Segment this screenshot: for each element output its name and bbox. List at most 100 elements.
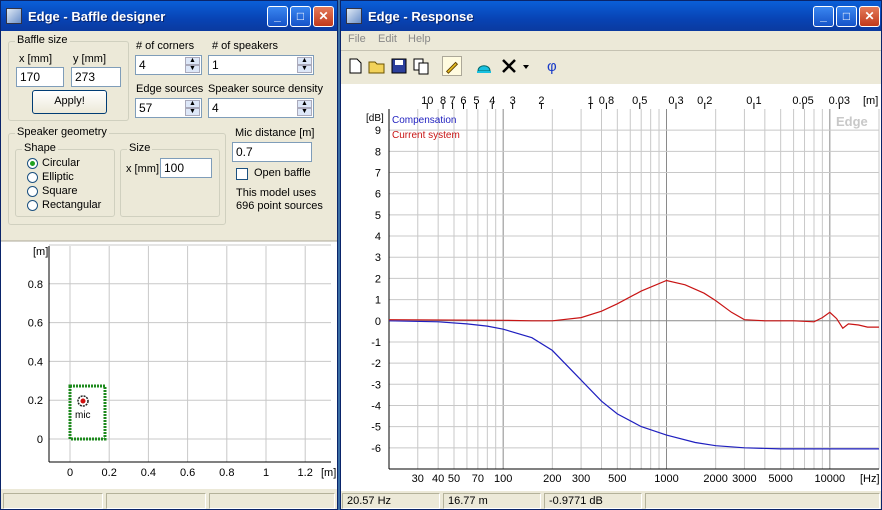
designer-titlebar[interactable]: Edge - Baffle designer _ □ ✕: [1, 1, 337, 31]
shape-option-label[interactable]: Rectangular: [42, 199, 101, 211]
resp-x-tick-label: 3000: [732, 473, 756, 485]
minimize-button[interactable]: _: [267, 6, 288, 27]
new-file-icon[interactable]: [345, 56, 365, 76]
resp-x-tick-label: 40: [432, 473, 444, 485]
resp-top-tick-label: 0.8: [599, 95, 614, 107]
response-title: Edge - Response: [368, 9, 474, 24]
mic-label: mic: [75, 410, 91, 421]
designer-status-1: [3, 493, 103, 509]
speakers-label: # of speakers: [212, 40, 279, 52]
open-baffle-checkbox[interactable]: [236, 168, 248, 180]
edge-sources-arrows[interactable]: ▲ ▼: [185, 100, 200, 116]
resp-x-tick-label: 1000: [654, 473, 678, 485]
baffle-designer-window: Edge - Baffle designer _ □ ✕ Baffle size…: [0, 0, 338, 510]
resp-top-tick-label: 0.3: [668, 95, 683, 107]
shape-radio-square[interactable]: [27, 186, 38, 197]
pencil-icon[interactable]: [442, 56, 462, 76]
resp-y-tick-label: 9: [375, 125, 381, 137]
density-arrows[interactable]: ▲ ▼: [297, 100, 312, 116]
baffle-plot[interactable]: 0.8 0.6 0.4 0.2 0 0 0.2 0.4 0.6 0.8 1 1.2 [m] [m] mic: [1, 234, 337, 489]
model-info-line2: 696 point sources: [236, 200, 323, 212]
resp-x-tick-label: 30: [412, 473, 424, 485]
legend-compensation: Compensation: [392, 115, 456, 126]
edge-sources-spinner[interactable]: 57 ▲ ▼: [135, 98, 202, 118]
speakers-value: 1: [212, 58, 219, 72]
baffle-size-label: Baffle size: [15, 34, 70, 46]
apply-button[interactable]: Apply!: [32, 90, 107, 114]
resp-y-tick-label: 3: [375, 252, 381, 264]
baffle-y-input[interactable]: 273: [71, 67, 121, 87]
resp-x-tick-label: 50: [448, 473, 460, 485]
copy-icon[interactable]: [411, 56, 431, 76]
mic-marker[interactable]: [80, 398, 86, 404]
baffle-y-tick-label: 0: [37, 434, 43, 446]
app-icon: [6, 8, 22, 24]
menu-file[interactable]: File: [348, 33, 366, 45]
speaker-icon[interactable]: [474, 56, 494, 76]
resp-x-tick-label: 2000: [703, 473, 727, 485]
resp-x-tick-label: 300: [572, 473, 590, 485]
resp-y-tick-label: 1: [375, 295, 381, 307]
maximize-button[interactable]: □: [290, 6, 311, 27]
mic-distance-label: Mic distance [m]: [235, 127, 315, 139]
baffle-x-tick-label: 0: [67, 467, 73, 479]
resp-y-tick-label: 4: [375, 231, 381, 243]
mic-distance-input[interactable]: 0.7: [232, 142, 312, 162]
shape-option-label[interactable]: Elliptic: [42, 171, 74, 183]
resp-top-tick-label: 4: [489, 95, 495, 107]
shape-option-label[interactable]: Square: [42, 185, 77, 197]
open-folder-icon[interactable]: [367, 56, 387, 76]
minimize-button[interactable]: _: [813, 6, 834, 27]
phase-icon[interactable]: φ: [542, 56, 562, 76]
save-icon[interactable]: [389, 56, 409, 76]
response-window: Edge - Response _ □ ✕ File Edit Help φ 9…: [340, 0, 882, 510]
corners-value: 4: [139, 58, 146, 72]
status-wavelength: 16.77 m: [443, 493, 541, 509]
baffle-y-tick-label: 0.4: [28, 356, 43, 368]
resp-x-tick-label: 500: [608, 473, 626, 485]
speakers-spinner[interactable]: 1 ▲ ▼: [208, 55, 314, 75]
close-button[interactable]: ✕: [313, 6, 334, 27]
shape-radio-rectangular[interactable]: [27, 200, 38, 211]
shape-radio-elliptic[interactable]: [27, 172, 38, 183]
menu-help[interactable]: Help: [408, 33, 431, 45]
response-chart[interactable]: 9876543210-1-2-3-4-5-6[dB]30 40 50 70 100 200…: [341, 84, 881, 491]
baffle-x-tick-label: 0.6: [180, 467, 195, 479]
speakers-arrows[interactable]: ▲ ▼: [297, 57, 312, 73]
response-statusbar: 20.57 Hz 16.77 m -0.9771 dB: [341, 491, 881, 509]
resp-y-tick-label: -3: [371, 379, 381, 391]
designer-statusbar: [1, 491, 337, 509]
chevron-down-icon[interactable]: [521, 56, 531, 76]
baffle-x-tick-label: 0.4: [141, 467, 156, 479]
delete-icon[interactable]: [499, 56, 519, 76]
size-x-label: x [mm]: [126, 163, 159, 175]
edge-sources-value: 57: [139, 101, 153, 115]
svg-text:φ: φ: [547, 58, 557, 75]
baffle-x-tick-label: 0.8: [219, 467, 234, 479]
resp-x-tick-label: 200: [543, 473, 561, 485]
baffle-x-tick-label: 1: [263, 467, 269, 479]
resp-top-tick-label: 8: [440, 95, 446, 107]
corners-spinner[interactable]: 4 ▲ ▼: [135, 55, 202, 75]
baffle-x-input[interactable]: 170: [16, 67, 64, 87]
density-spinner[interactable]: 4 ▲ ▼: [208, 98, 314, 118]
x-label: x [mm]: [19, 53, 52, 65]
corners-arrows[interactable]: ▲ ▼: [185, 57, 200, 73]
resp-top-tick-label: 3: [510, 95, 516, 107]
baffle-x-tick-label: 0.2: [102, 467, 117, 479]
resp-top-tick-label: 6: [460, 95, 466, 107]
shape-radio-circular[interactable]: [27, 158, 38, 169]
resp-y-tick-label: -5: [371, 422, 381, 434]
speaker-geometry-label: Speaker geometry: [15, 126, 109, 138]
menu-edit[interactable]: Edit: [378, 33, 397, 45]
size-x-input[interactable]: 100: [160, 158, 212, 178]
resp-y-tick-label: 7: [375, 168, 381, 180]
designer-status-2: [106, 493, 206, 509]
resp-y-tick-label: -2: [371, 358, 381, 370]
maximize-button[interactable]: □: [836, 6, 857, 27]
shape-option-label[interactable]: Circular: [42, 157, 80, 169]
open-baffle-label[interactable]: Open baffle: [254, 167, 311, 179]
close-button[interactable]: ✕: [859, 6, 880, 27]
response-titlebar[interactable]: Edge - Response _ □ ✕: [341, 1, 881, 31]
baffle-x-unit: [m]: [321, 467, 336, 479]
